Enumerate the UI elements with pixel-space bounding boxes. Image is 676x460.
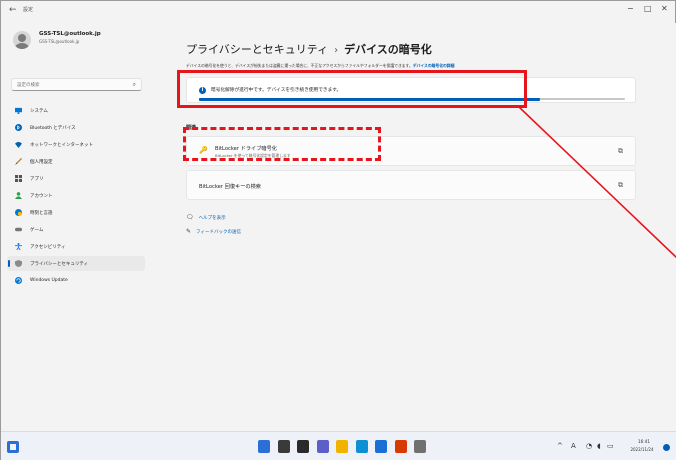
sidebar-item-bluetooth[interactable]: Bluetooth とデバイス — [7, 120, 145, 135]
sidebar-item-gaming[interactable]: ゲーム — [7, 222, 145, 237]
sidebar-item-apps[interactable]: アプリ — [7, 171, 145, 186]
brush-icon — [15, 158, 22, 165]
battery-icon[interactable]: ▭ — [607, 442, 614, 450]
app-title: 設定 — [23, 7, 34, 13]
apps-icon — [15, 175, 22, 182]
page-description: デバイスの暗号化を使うと、デバイスが紛失または盗難に遭った場合に、不正なアクセス… — [186, 63, 454, 69]
sidebar-item-personalization[interactable]: 個人用設定 — [7, 154, 145, 169]
sidebar-item-label: Bluetooth とデバイス — [30, 126, 76, 131]
chevron-right-icon: › — [334, 45, 339, 56]
close-button[interactable]: ✕ — [661, 4, 668, 13]
sidebar-item-label: 個人用設定 — [30, 160, 53, 165]
sidebar-item-label: ネットワークとインターネット — [30, 143, 93, 148]
account-name: GSS-TSL@outlook.jp — [39, 31, 101, 37]
clock-time[interactable]: 16:41 — [629, 439, 659, 444]
notification-icon[interactable] — [663, 444, 670, 451]
help-link-label: ヘルプを表示 — [198, 216, 226, 221]
settings-window: ← 設定 − □ ✕ GSS-TSL@outlook.jp GSS-TSL@ou… — [0, 0, 676, 460]
maximize-button[interactable]: □ — [644, 4, 652, 13]
clock-date[interactable]: 2022/11/24 — [625, 447, 659, 452]
tray-chevron-icon[interactable]: ^ — [557, 442, 563, 450]
sidebar-item-label: Windows Update — [30, 278, 68, 283]
sidebar-item-label: ゲーム — [30, 228, 44, 233]
sidebar-item-privacy-security[interactable]: プライバシーとセキュリティ — [7, 256, 145, 271]
sidebar-item-label: アクセシビリティ — [30, 245, 66, 250]
widgets-icon[interactable] — [7, 441, 19, 453]
annotation-highlight-status — [177, 70, 527, 108]
search-input[interactable]: 設定の検索 ⌕ — [11, 78, 142, 91]
taskbar-file-explorer-icon[interactable] — [336, 440, 348, 453]
volume-icon[interactable]: ◖ — [597, 442, 601, 450]
sidebar-item-windows-update[interactable]: Windows Update — [7, 273, 145, 288]
feedback-link[interactable]: ✎ フィードバックの送信 — [186, 228, 241, 235]
sidebar-item-system[interactable]: システム — [7, 103, 145, 118]
sidebar-item-label: アカウント — [30, 194, 53, 199]
page-title: デバイスの暗号化 — [344, 43, 432, 56]
title-bar: ← 設定 − □ ✕ — [1, 1, 675, 23]
annotation-highlight-bitlocker — [183, 127, 381, 161]
taskbar-search-icon[interactable] — [277, 440, 290, 453]
taskbar-task-view-icon[interactable] — [297, 440, 309, 453]
person-icon — [15, 192, 22, 199]
sidebar-item-accessibility[interactable]: アクセシビリティ — [7, 239, 145, 254]
shield-icon — [15, 260, 22, 267]
sidebar-item-label: 時刻と言語 — [30, 211, 53, 216]
gamepad-icon — [15, 227, 22, 232]
bluetooth-icon — [15, 124, 22, 131]
ime-indicator[interactable]: A — [571, 442, 576, 450]
help-icon: 🗨 — [186, 214, 194, 221]
wifi-icon — [15, 141, 22, 148]
sidebar-item-network[interactable]: ネットワークとインターネット — [7, 137, 145, 152]
back-arrow-icon[interactable]: ← — [9, 5, 17, 15]
sidebar-item-label: プライバシーとセキュリティ — [30, 262, 89, 267]
learn-more-link[interactable]: デバイスの暗号化の詳細 — [413, 63, 455, 68]
card-title: BitLocker 回復キーの検索 — [199, 184, 261, 190]
search-icon: ⌕ — [132, 81, 136, 88]
taskbar-edge-icon[interactable] — [355, 440, 368, 453]
breadcrumb-parent[interactable]: プライバシーとセキュリティ — [186, 43, 328, 56]
account-email: GSS-TSL@outlook.jp — [39, 39, 80, 44]
description-text: デバイスの暗号化を使うと、デバイスが紛失または盗難に遭った場合に、不正なアクセス… — [186, 63, 413, 68]
external-link-icon: ⧉ — [618, 147, 623, 155]
sidebar-item-label: システム — [30, 109, 48, 114]
monitor-icon — [15, 107, 22, 114]
sidebar-item-time-language[interactable]: 時刻と言語 — [7, 205, 145, 220]
sidebar-item-label: アプリ — [30, 177, 44, 182]
feedback-icon: ✎ — [186, 228, 192, 235]
feedback-link-label: フィードバックの送信 — [196, 230, 241, 235]
accessibility-icon — [15, 243, 22, 250]
taskbar-store-icon[interactable] — [375, 440, 387, 453]
taskbar-widgets-icon[interactable] — [258, 440, 270, 453]
taskbar: ^ A ◔ ◖ ▭ 16:41 2022/11/24 — [1, 431, 676, 460]
taskbar-settings-icon[interactable] — [414, 440, 426, 453]
avatar — [13, 31, 31, 49]
globe-clock-icon — [15, 209, 22, 216]
help-link[interactable]: 🗨 ヘルプを表示 — [186, 214, 226, 221]
breadcrumb: プライバシーとセキュリティ › デバイスの暗号化 — [186, 41, 432, 57]
minimize-button[interactable]: − — [627, 4, 634, 13]
sidebar: GSS-TSL@outlook.jp GSS-TSL@outlook.jp 設定… — [1, 23, 151, 431]
recovery-key-card[interactable]: BitLocker 回復キーの検索 ⧉ — [186, 170, 636, 200]
external-link-icon: ⧉ — [618, 181, 623, 189]
sidebar-item-accounts[interactable]: アカウント — [7, 188, 145, 203]
wifi-icon[interactable]: ◔ — [586, 442, 592, 450]
taskbar-teams-icon[interactable] — [316, 440, 329, 453]
windows-update-icon — [15, 277, 22, 284]
taskbar-office-icon[interactable] — [394, 440, 407, 453]
search-placeholder: 設定の検索 — [17, 83, 40, 88]
